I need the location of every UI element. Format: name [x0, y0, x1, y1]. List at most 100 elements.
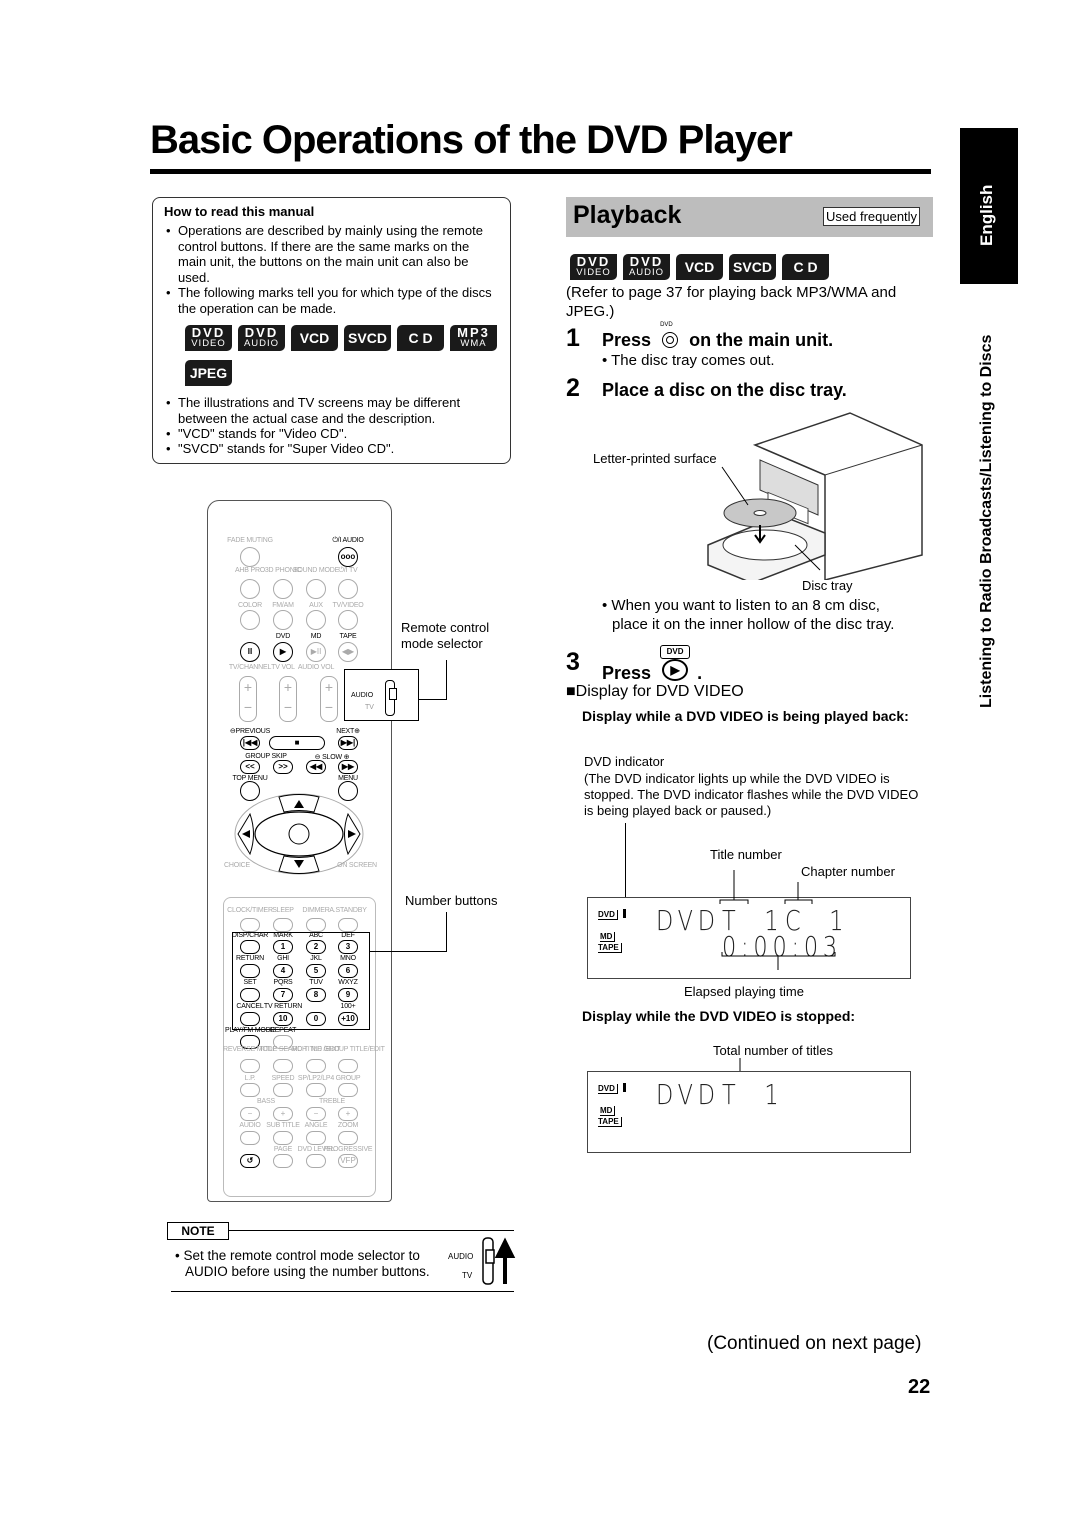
remote-label: BASS — [257, 1098, 275, 1105]
display-heading: ■Display for DVD VIDEO — [566, 683, 744, 700]
total-titles-label: Total number of titles — [713, 1043, 833, 1058]
remote-button[interactable] — [240, 1131, 260, 1145]
remote-label: TREBLE — [318, 1098, 346, 1105]
step2-note: place it on the inner hollow of the disc… — [612, 616, 895, 633]
note-label: NOTE — [167, 1222, 229, 1240]
remote-label: FADE MUTING — [227, 537, 273, 544]
tape-indicator: TAPE — [598, 943, 622, 953]
remote-label: DIMMER — [302, 907, 330, 914]
how-to-bullet: Operations are described by mainly using… — [164, 223, 494, 285]
title-number-label: Title number — [710, 847, 782, 862]
remote-button[interactable] — [338, 1131, 358, 1145]
remote-button[interactable] — [338, 610, 358, 630]
remote-button[interactable] — [273, 579, 293, 599]
mode-selector-box: AUDIO TV — [344, 669, 419, 721]
disc-mark-svcd: SVCD — [344, 325, 391, 351]
disc-mark-dvdaudio: DVD AUDIO — [623, 254, 670, 280]
dvd-indicator-label: DVD indicator — [584, 754, 665, 769]
selector-tv: TV — [462, 1271, 473, 1280]
remote-button[interactable] — [273, 1154, 293, 1168]
note-text: AUDIO before using the number buttons. — [185, 1264, 430, 1279]
remote-button[interactable] — [306, 1131, 326, 1145]
page-number: 22 — [908, 1376, 931, 1398]
remote-label: COLOR — [238, 602, 262, 609]
volume-rocker[interactable]: + − — [320, 676, 338, 722]
remote-button[interactable]: >> — [273, 760, 293, 774]
volume-rocker[interactable]: + − — [239, 676, 257, 722]
remote-label: SUB TITLE — [266, 1122, 300, 1129]
remote-button[interactable]: ooo — [338, 547, 358, 567]
remote-button[interactable]: + — [338, 1107, 358, 1121]
remote-label: L.P. — [244, 1075, 256, 1082]
remote-button[interactable] — [273, 1059, 293, 1073]
remote-button[interactable] — [273, 918, 293, 932]
tape-indicator: TAPE — [598, 1117, 622, 1127]
step2-note: • When you want to listen to an 8 cm dis… — [602, 597, 880, 614]
remote-button[interactable] — [338, 1059, 358, 1073]
remote-button[interactable]: + — [273, 1107, 293, 1121]
remote-button[interactable]: ▶▶| — [338, 736, 358, 750]
remote-button[interactable]: − — [306, 1107, 326, 1121]
remote-button[interactable]: ◀▶ — [338, 642, 358, 662]
remote-label: PROGRESSIVE — [323, 1146, 373, 1153]
remote-button[interactable] — [306, 1154, 326, 1168]
step1-text: on the main unit. — [689, 330, 834, 350]
disc-mark-mp3wma: MP3 WMA — [450, 325, 497, 351]
disc-mark-vcd: VCD — [676, 254, 723, 280]
remote-button[interactable] — [273, 1131, 293, 1145]
cursor-ring — [234, 793, 364, 875]
remote-button[interactable] — [240, 579, 260, 599]
step-number: 3 — [566, 648, 580, 676]
disc-mark-dvdvideo: DVD VIDEO — [185, 325, 232, 351]
remote-label: DVD — [275, 633, 291, 640]
remote-label: ANGLE — [304, 1122, 328, 1129]
remote-button[interactable] — [306, 579, 326, 599]
remote-label: TV VOL — [271, 664, 295, 671]
step3-period: . — [697, 663, 703, 683]
dvd-indicator-desc: (The DVD indicator lights up while the D… — [584, 771, 919, 818]
remote-label: GROUP SKIP — [245, 753, 287, 760]
remote-label: GROUP — [335, 1075, 361, 1082]
remote-button[interactable] — [338, 1083, 358, 1097]
disc-mark-svcd: SVCD — [729, 254, 776, 280]
step1-note: • The disc tray comes out. — [602, 352, 775, 369]
remote-label: AHB PRO — [234, 567, 266, 574]
dvd-indicator: DVD — [598, 1084, 618, 1094]
remote-label: ⏻/I TV — [338, 567, 358, 574]
remote-button[interactable]: II — [240, 642, 260, 662]
remote-button[interactable] — [306, 1059, 326, 1073]
how-to-bullet: "SVCD" stands for "Super Video CD". — [164, 441, 494, 457]
used-frequently-tag: Used frequently — [823, 207, 921, 226]
remote-button[interactable] — [240, 1083, 260, 1097]
md-indicator: MD — [600, 932, 616, 942]
remote-button[interactable] — [306, 610, 326, 630]
remote-label: FM/AM — [272, 602, 294, 609]
remote-button[interactable] — [240, 918, 260, 932]
remote-label: MD — [310, 633, 322, 640]
remote-button[interactable]: |◀◀ — [240, 736, 260, 750]
remote-button[interactable] — [273, 610, 293, 630]
language-label: English — [977, 184, 996, 246]
remote-button[interactable]: ◀◀ — [306, 760, 326, 774]
remote-button[interactable]: VFP — [338, 1154, 358, 1168]
remote-label: AUDIO VOL — [297, 664, 335, 671]
remote-button[interactable]: ▶▶ — [338, 760, 358, 774]
remote-button[interactable]: ▶ — [273, 642, 293, 662]
remote-button[interactable] — [338, 579, 358, 599]
volume-rocker[interactable]: + − — [279, 676, 297, 722]
remote-button[interactable] — [338, 918, 358, 932]
remote-button[interactable] — [240, 1059, 260, 1073]
remote-button[interactable] — [240, 610, 260, 630]
remote-button[interactable] — [240, 547, 260, 567]
remote-button[interactable]: ■ — [269, 736, 325, 750]
remote-button[interactable]: − — [240, 1107, 260, 1121]
remote-label: TAPE — [339, 633, 357, 640]
remote-button[interactable] — [273, 1083, 293, 1097]
remote-button[interactable]: ↺ — [240, 1154, 260, 1168]
remote-button[interactable] — [306, 918, 326, 932]
remote-button[interactable]: ▶II — [306, 642, 326, 662]
remote-label: CLOCK/TIMER — [227, 907, 273, 914]
remote-button[interactable] — [306, 1083, 326, 1097]
remote-button[interactable]: << — [240, 760, 260, 774]
page-title: Basic Operations of the DVD Player — [150, 118, 793, 162]
